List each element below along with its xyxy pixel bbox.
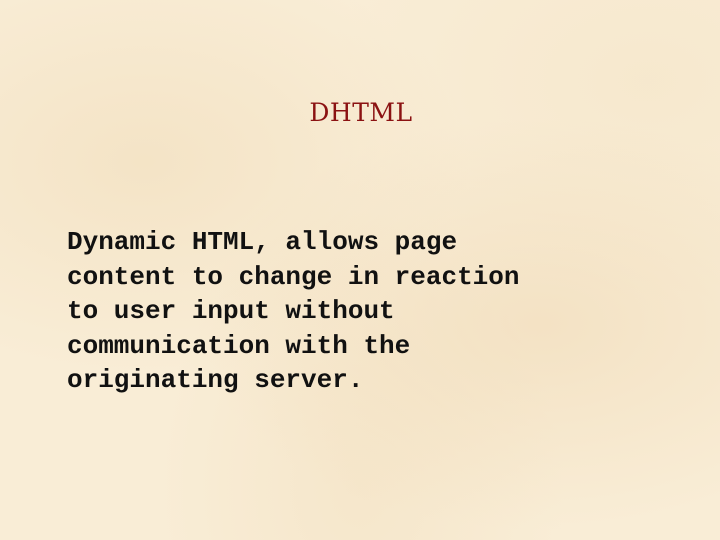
body-line: Dynamic HTML, allows page bbox=[67, 227, 458, 257]
body-line: to user input without bbox=[67, 296, 395, 327]
body-line: originating server. bbox=[67, 365, 364, 396]
slide: DHTML Dynamic HTML, allows page content t… bbox=[0, 0, 720, 540]
body-line: content to change in reaction bbox=[67, 261, 520, 292]
body-line: communication with the bbox=[67, 330, 411, 361]
slide-body: Dynamic HTML, allows page content to chan… bbox=[67, 225, 519, 398]
slide-title: DHTML bbox=[309, 98, 413, 127]
